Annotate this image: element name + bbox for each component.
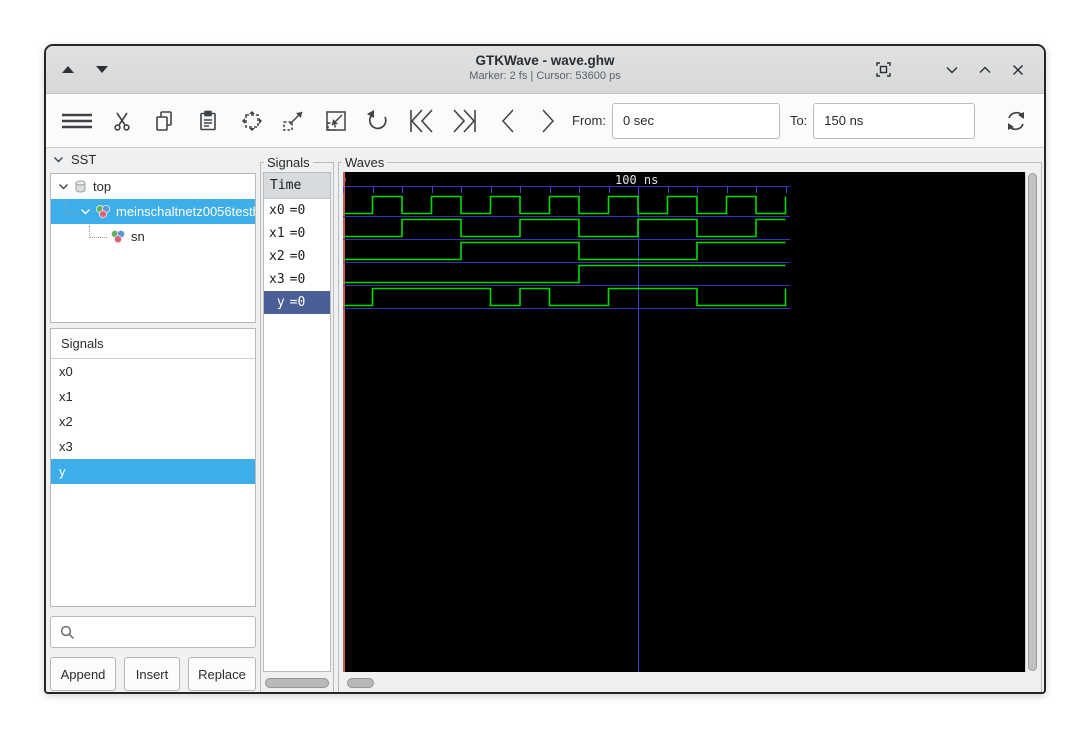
maximize-icon[interactable] <box>977 62 993 78</box>
timeline-tick <box>667 187 669 193</box>
minimize-icon[interactable] <box>944 62 960 78</box>
toolbar: From: To: <box>46 94 1044 148</box>
paste-icon[interactable] <box>196 109 220 133</box>
waveform-x2 <box>343 241 790 263</box>
insert-button[interactable]: Insert <box>124 657 180 691</box>
time-header: Time <box>264 173 330 199</box>
tree-item-label: sn <box>131 229 145 244</box>
timeline-tick <box>490 187 492 193</box>
signals-values-frame: Signals Time x0 =0 x1 =0 x2 =0 x3 =0 y =… <box>260 155 334 692</box>
timeline-tick <box>431 187 433 193</box>
to-label: To: <box>789 113 808 128</box>
search-input[interactable] <box>76 617 255 647</box>
reload-icon[interactable] <box>1002 107 1030 135</box>
signal-row[interactable]: x2 =0 <box>264 245 330 268</box>
scrollbar-thumb[interactable] <box>265 678 329 688</box>
cut-icon[interactable] <box>110 109 134 133</box>
waveform-x0 <box>343 195 790 217</box>
chevron-down-icon[interactable] <box>58 181 69 192</box>
timeline-tick <box>402 187 403 193</box>
prev-edge-icon[interactable] <box>496 107 522 135</box>
keep-above-icon[interactable] <box>875 61 892 78</box>
signal-row[interactable]: y =0 <box>264 291 330 314</box>
values-hscrollbar[interactable] <box>263 676 331 690</box>
tree-item-sn[interactable]: sn <box>51 224 255 249</box>
list-item[interactable]: x0 <box>51 359 255 384</box>
tree-item-label: meinschaltnetz0056testb <box>116 204 255 219</box>
scrollbar-thumb[interactable] <box>347 678 374 688</box>
tree-guide <box>89 225 107 238</box>
waveform-x1 <box>343 218 790 240</box>
timeline-tick <box>785 187 787 193</box>
waveform-y <box>343 287 790 309</box>
tree-item-label: top <box>93 179 112 194</box>
timeline-tick <box>579 187 580 193</box>
timeline-major-label: 100 ns <box>615 173 659 187</box>
sst-label: SST <box>71 152 97 167</box>
scrollbar-thumb[interactable] <box>1028 173 1037 671</box>
skip-to-end-icon[interactable] <box>448 107 480 135</box>
timeline-tick <box>343 187 344 193</box>
search-icon <box>60 625 75 639</box>
from-label: From: <box>572 113 606 128</box>
wave-area[interactable]: 0 100 ns <box>343 172 1025 672</box>
from-input[interactable] <box>611 102 780 139</box>
signal-row[interactable]: x1 =0 <box>264 222 330 245</box>
signal-facility-list: Signals x0 x1 x2 x3 y <box>50 328 256 607</box>
chevron-down-icon <box>53 154 64 165</box>
timeline-tick <box>726 187 728 193</box>
signals-list-header: Signals <box>51 329 255 359</box>
tree-item-meinschaltnetz[interactable]: meinschaltnetz0056testb <box>51 199 255 224</box>
tree-item-top[interactable]: top <box>51 174 255 199</box>
zoom-fit-icon[interactable] <box>238 108 266 134</box>
tree-guide <box>65 200 77 213</box>
timeline-tick <box>461 187 462 193</box>
list-item[interactable]: y <box>51 459 255 484</box>
timeline-tick <box>608 187 610 193</box>
gtkwave-window: GTKWave - wave.ghw Marker: 2 fs | Cursor… <box>44 44 1046 694</box>
replace-button[interactable]: Replace <box>188 657 256 691</box>
list-item[interactable]: x1 <box>51 384 255 409</box>
timeline-baseline <box>343 186 790 187</box>
signal-name-panel: Time x0 =0 x1 =0 x2 =0 x3 =0 y =0 <box>263 172 331 672</box>
waves-hscrollbar[interactable] <box>343 676 1025 690</box>
timeline-tick <box>638 187 639 193</box>
timeline-tick <box>549 187 551 193</box>
sst-expander[interactable]: SST <box>53 152 96 167</box>
database-icon <box>73 179 88 194</box>
module-icon <box>95 204 111 219</box>
timeline-tick <box>756 187 757 193</box>
timeline-tick <box>372 187 374 193</box>
waves-frame: Waves 0 100 ns <box>338 155 1042 692</box>
titlebar: GTKWave - wave.ghw Marker: 2 fs | Cursor… <box>46 46 1044 94</box>
waves-vscrollbar[interactable] <box>1025 172 1038 672</box>
signal-row[interactable]: x3 =0 <box>264 268 330 291</box>
menu-icon[interactable] <box>60 109 94 133</box>
signal-row[interactable]: x0 =0 <box>264 199 330 222</box>
close-icon[interactable] <box>1010 62 1026 78</box>
timeline-tick <box>520 187 521 193</box>
signals-frame-label: Signals <box>264 155 313 170</box>
zoom-in-icon[interactable] <box>322 108 350 134</box>
chevron-down-icon[interactable] <box>80 206 91 217</box>
waveform-x3 <box>343 264 790 286</box>
undo-icon[interactable] <box>364 108 392 134</box>
main-content: SST top meinschaltnetz0056testb sn Signa… <box>46 149 1044 692</box>
signal-search[interactable] <box>50 616 256 648</box>
list-item[interactable]: x2 <box>51 409 255 434</box>
next-edge-icon[interactable] <box>534 107 560 135</box>
sst-tree: top meinschaltnetz0056testb sn <box>50 173 256 323</box>
module-icon <box>110 229 126 244</box>
skip-to-start-icon[interactable] <box>406 107 438 135</box>
append-button[interactable]: Append <box>50 657 116 691</box>
waves-frame-label: Waves <box>342 155 388 170</box>
to-input[interactable] <box>813 102 976 139</box>
copy-icon[interactable] <box>152 109 176 133</box>
zoom-out-full-icon[interactable] <box>280 108 308 134</box>
list-item[interactable]: x3 <box>51 434 255 459</box>
timeline-tick <box>697 187 698 193</box>
